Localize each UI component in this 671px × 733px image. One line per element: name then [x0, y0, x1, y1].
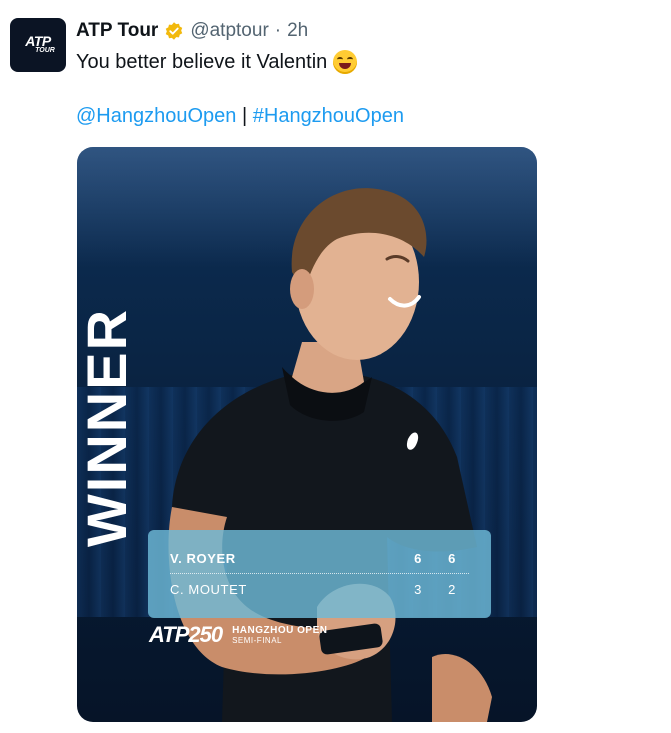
tweet-text: You better believe it Valentin — [76, 51, 328, 73]
avatar-logo-text: ATP — [25, 33, 51, 49]
atp250-logo: ATP250 — [149, 622, 223, 647]
hashtag-link[interactable]: #HangzhouOpen — [253, 105, 404, 127]
scoreboard-row-winner: V. ROYER 6 6 — [170, 547, 469, 569]
event-info: HANGZHOU OPEN SEMI-FINAL — [232, 625, 327, 645]
scoreboard-row-loser: C. MOUTET 3 2 — [170, 578, 469, 600]
grinning-face-icon — [333, 50, 358, 74]
player-name: V. ROYER — [170, 550, 236, 566]
scoreboard: V. ROYER 6 6 C. MOUTET 3 2 — [148, 530, 491, 618]
link-divider: | — [241, 105, 248, 127]
tweet-media-image[interactable]: WINNER V. ROYER 6 6 C. MOUTET 3 2 ATP250… — [77, 147, 537, 722]
winner-label: WINNER — [77, 237, 139, 617]
player-name: C. MOUTET — [170, 581, 247, 597]
display-name[interactable]: ATP Tour — [76, 18, 158, 44]
mention-link[interactable]: @HangzhouOpen — [76, 105, 236, 127]
set-score: 3 — [414, 581, 422, 597]
tweet-header: ATP Tour @atptour · 2h — [76, 18, 308, 44]
set-score: 6 — [414, 550, 422, 566]
event-name: HANGZHOU OPEN — [232, 625, 328, 636]
tweet-links: @HangzhouOpen | #HangzhouOpen — [76, 102, 404, 130]
timestamp[interactable]: 2h — [287, 18, 308, 44]
event-round: SEMI-FINAL — [232, 636, 282, 645]
set-score: 6 — [448, 550, 456, 566]
event-branding: ATP250 HANGZHOU OPEN SEMI-FINAL — [149, 622, 327, 648]
avatar[interactable]: ATP TOUR — [10, 18, 66, 72]
avatar-logo-subtext: TOUR — [35, 47, 55, 54]
set-score: 2 — [448, 581, 456, 597]
tweet-body: You better believe it Valentin — [76, 48, 358, 76]
scoreboard-divider — [170, 573, 469, 574]
handle[interactable]: @atptour — [190, 18, 268, 44]
verified-badge-icon[interactable] — [164, 21, 184, 41]
winner-text: WINNER — [77, 307, 139, 547]
separator-dot: · — [274, 20, 282, 41]
